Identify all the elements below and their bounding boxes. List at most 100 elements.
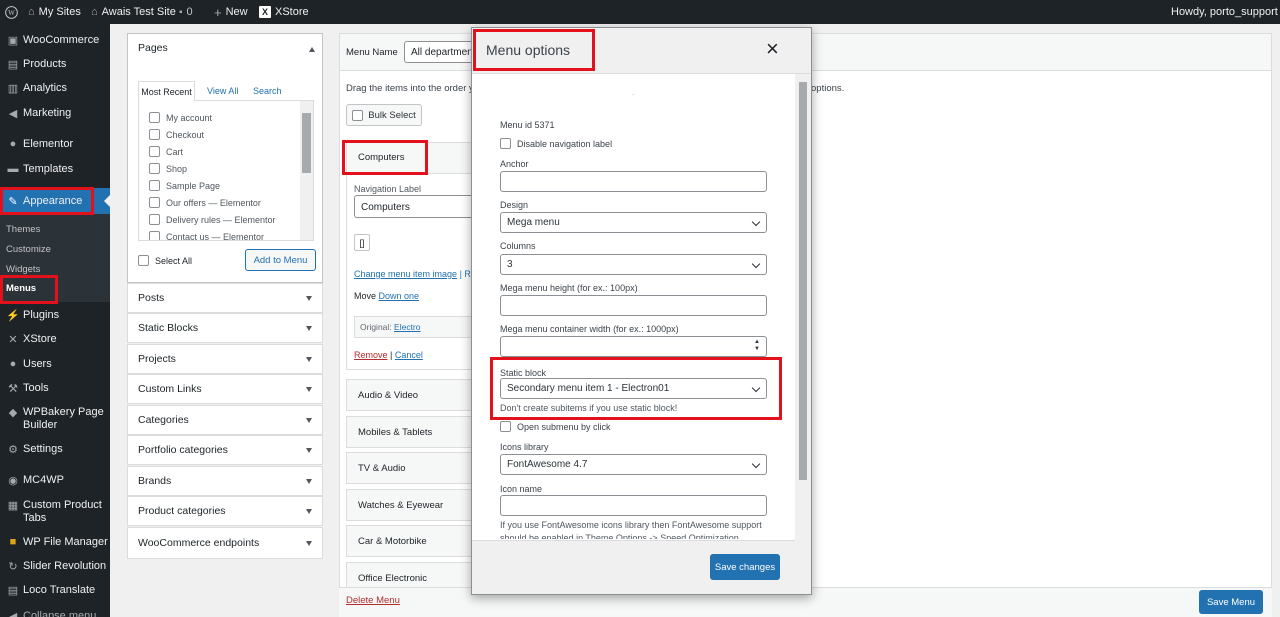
delete-menu-link[interactable]: Delete Menu xyxy=(346,595,400,606)
sidebar-item-loco[interactable]: ▤ Loco Translate xyxy=(0,583,110,597)
mega-height-input[interactable] xyxy=(500,295,767,316)
modal-scrollbar[interactable] xyxy=(795,74,811,594)
list-item[interactable]: My account xyxy=(149,112,212,123)
accordion-portfolio-categories[interactable]: Portfolio categories xyxy=(127,435,323,465)
collapse-up-icon[interactable] xyxy=(309,47,315,52)
checkbox[interactable] xyxy=(149,180,160,191)
accordion-product-categories[interactable]: Product categories xyxy=(127,496,323,526)
menu-item-audio-video[interactable]: Audio & Video xyxy=(346,379,476,411)
submenu-themes[interactable]: Themes xyxy=(6,224,40,235)
cancel-link[interactable]: Cancel xyxy=(395,350,423,360)
sidebar-collapse[interactable]: ◀ Collapse menu xyxy=(0,609,110,617)
howdy-account[interactable]: Howdy, porto_support xyxy=(1171,0,1278,24)
accordion-brands[interactable]: Brands xyxy=(127,466,323,496)
anchor-label: Anchor xyxy=(500,159,529,169)
tab-view-all[interactable]: View All xyxy=(207,86,238,96)
sidebar-item-marketing[interactable]: ◀ Marketing xyxy=(0,106,110,120)
sidebar-item-products[interactable]: ▤ Products xyxy=(0,57,110,71)
columns-select[interactable]: 3 xyxy=(500,254,767,275)
close-icon[interactable]: × xyxy=(766,37,779,61)
list-item[interactable]: Cart xyxy=(149,146,183,157)
pages-checklist[interactable]: My account Checkout Cart Shop Sample Pag… xyxy=(138,100,314,241)
list-item[interactable]: Shop xyxy=(149,163,187,174)
xstore-link[interactable]: X XStore xyxy=(259,0,309,24)
checkbox[interactable] xyxy=(149,129,160,140)
menu-item-tv-audio[interactable]: TV & Audio xyxy=(346,452,476,484)
disable-nav-label-row[interactable]: Disable navigation label xyxy=(500,138,612,149)
spinner-arrows-icon[interactable]: ▲ ▼ xyxy=(754,339,760,353)
sidebar-item-file-manager[interactable]: ■ WP File Manager xyxy=(0,535,110,549)
tab-most-recent[interactable]: Most Recent xyxy=(138,81,195,101)
sidebar-item-appearance[interactable]: ✎ Appearance xyxy=(0,188,110,214)
sidebar-item-analytics[interactable]: ▥ Analytics xyxy=(0,81,110,95)
tab-search[interactable]: Search xyxy=(253,86,282,96)
list-item[interactable]: Our offers — Elementor xyxy=(149,197,261,208)
save-menu-button[interactable]: Save Menu xyxy=(1199,590,1263,614)
site-name-link[interactable]: ⌂ Awais Test Site xyxy=(91,0,176,24)
mega-width-input[interactable]: ▲ ▼ xyxy=(500,336,767,357)
sidebar-item-woocommerce[interactable]: ▣ WooCommerce xyxy=(0,33,110,47)
accordion-categories[interactable]: Categories xyxy=(127,405,323,435)
navigation-label-input[interactable]: Computers xyxy=(354,195,476,218)
bulk-select-button[interactable]: Bulk Select xyxy=(346,104,422,126)
checkbox[interactable] xyxy=(500,138,511,149)
accordion-custom-links[interactable]: Custom Links xyxy=(127,374,323,404)
accordion-posts[interactable]: Posts xyxy=(127,283,323,313)
list-item[interactable]: Delivery rules — Elementor xyxy=(149,214,276,225)
sidebar-item-xstore[interactable]: ✕ XStore xyxy=(0,332,110,346)
original-link[interactable]: Electro xyxy=(394,322,420,332)
add-to-menu-button[interactable]: Add to Menu xyxy=(245,249,316,271)
menu-item-mobiles-tablets[interactable]: Mobiles & Tablets xyxy=(346,416,476,448)
static-block-select[interactable]: Secondary menu item 1 - Electron01 xyxy=(500,378,767,399)
submenu-customize[interactable]: Customize xyxy=(6,244,51,255)
list-item[interactable]: Contact us — Elementor xyxy=(149,231,264,240)
comments-link[interactable]: ▪ 0 xyxy=(179,0,193,24)
wpbakery-line-1: WPBakery Page xyxy=(23,406,104,418)
checkbox[interactable] xyxy=(149,163,160,174)
menu-item-label: Mobiles & Tablets xyxy=(358,426,433,438)
sidebar-item-wpbakery[interactable]: ◆ WPBakery Page Builder xyxy=(0,405,110,432)
accordion-static-blocks[interactable]: Static Blocks xyxy=(127,313,323,343)
accordion-projects[interactable]: Projects xyxy=(127,344,323,374)
sidebar-item-templates[interactable]: ▬ Templates xyxy=(0,162,110,176)
submenu-widgets[interactable]: Widgets xyxy=(6,264,40,275)
icon-name-input[interactable] xyxy=(500,495,767,516)
sidebar-item-plugins[interactable]: ⚡ Plugins xyxy=(0,308,110,322)
anchor-input[interactable] xyxy=(500,171,767,192)
scrollbar-thumb[interactable] xyxy=(302,113,311,173)
save-changes-button[interactable]: Save changes xyxy=(710,554,780,580)
design-select[interactable]: Mega menu xyxy=(500,212,767,233)
remove-link[interactable]: Remove xyxy=(354,350,388,360)
checkbox[interactable] xyxy=(149,146,160,157)
select-all[interactable]: Select All xyxy=(138,255,192,266)
checkbox[interactable] xyxy=(149,197,160,208)
sidebar-item-elementor[interactable]: ● Elementor xyxy=(0,137,110,151)
sidebar-item-mc4wp[interactable]: ◉ MC4WP xyxy=(0,473,110,487)
scrollbar[interactable] xyxy=(300,101,313,240)
modal-scrollbar-thumb[interactable] xyxy=(799,82,807,480)
open-submenu-row[interactable]: Open submenu by click xyxy=(500,421,611,432)
sidebar-item-settings[interactable]: ⚙ Settings xyxy=(0,442,110,456)
sidebar-item-tools[interactable]: ⚒ Tools xyxy=(0,381,110,395)
checkbox[interactable] xyxy=(500,421,511,432)
change-menu-image-link[interactable]: Change menu item image xyxy=(354,269,457,279)
icons-library-select[interactable]: FontAwesome 4.7 xyxy=(500,454,767,475)
list-item[interactable]: Checkout xyxy=(149,129,204,140)
menu-icon-placeholder[interactable]: [] xyxy=(354,234,370,251)
list-item[interactable]: Sample Page xyxy=(149,180,220,191)
my-sites-link[interactable]: ⌂ My Sites xyxy=(28,0,81,24)
move-down-link[interactable]: Down one xyxy=(379,291,420,301)
checkbox[interactable] xyxy=(149,231,160,240)
new-content-link[interactable]: + New xyxy=(214,0,248,24)
sidebar-item-users[interactable]: ● Users xyxy=(0,357,110,371)
sidebar-item-slider[interactable]: ↻ Slider Revolution xyxy=(0,559,110,573)
menu-item-car-motorbike[interactable]: Car & Motorbike xyxy=(346,525,476,557)
checkbox[interactable] xyxy=(138,255,149,266)
sidebar-item-custom-tabs[interactable]: ▦ Custom Product Tabs xyxy=(0,498,110,525)
submenu-menus[interactable]: Menus xyxy=(6,283,36,294)
checkbox[interactable] xyxy=(149,112,160,123)
accordion-woocommerce-endpoints[interactable]: WooCommerce endpoints xyxy=(127,527,323,559)
menu-item-watches-eyewear[interactable]: Watches & Eyewear xyxy=(346,489,476,521)
wordpress-logo-icon[interactable]: W xyxy=(5,0,18,24)
checkbox[interactable] xyxy=(149,214,160,225)
